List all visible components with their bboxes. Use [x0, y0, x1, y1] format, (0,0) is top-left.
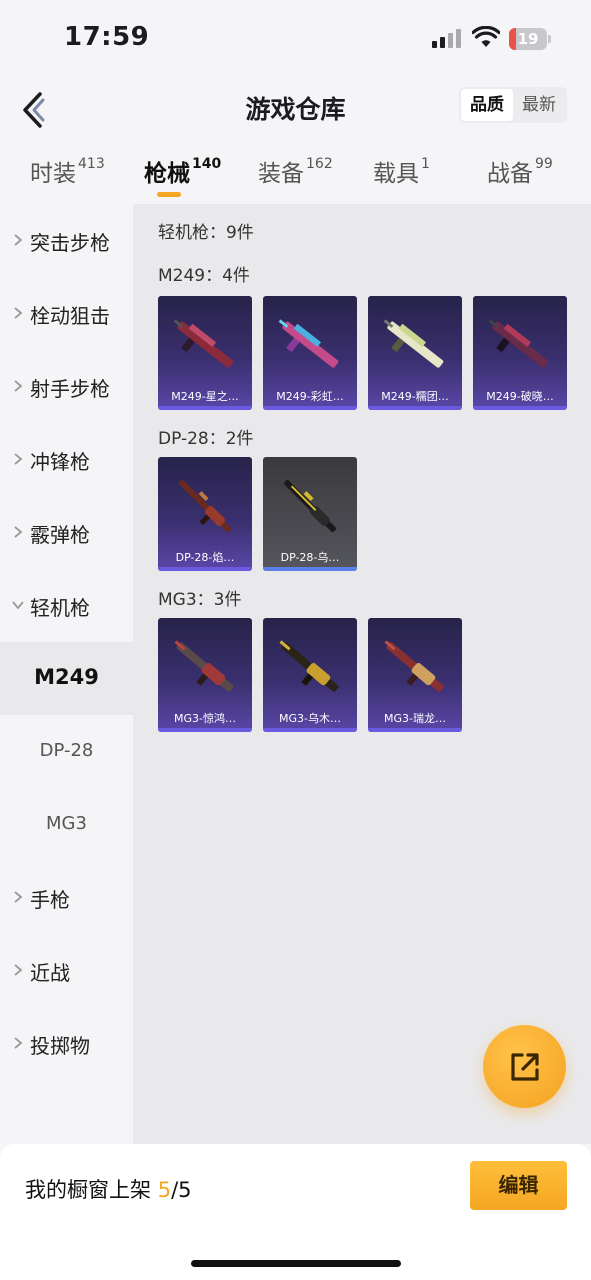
showcase-total: /5 — [171, 1178, 192, 1202]
sidebar-item-assault-rifle[interactable]: 突击步枪 — [0, 204, 133, 277]
tab-count: 99 — [535, 156, 553, 172]
group-title-mg3: MG3：3件 — [158, 590, 242, 610]
weapon-card[interactable]: DP-28-乌… — [263, 457, 357, 571]
tab-count: 162 — [306, 156, 333, 172]
chevron-right-icon — [14, 526, 23, 538]
chevron-right-icon — [14, 891, 23, 903]
tab-gear[interactable]: 战备 99 — [487, 154, 553, 188]
m249-skin-image — [488, 319, 549, 368]
cellular-signal-icon — [432, 28, 464, 48]
weapon-card[interactable]: MG3-乌木… — [263, 618, 357, 732]
sidebar-item-pistol[interactable]: 手枪 — [0, 861, 133, 934]
m249-skin-image — [278, 319, 339, 368]
battery-level: 19 — [517, 30, 539, 48]
showcase-status: 我的橱窗上架 5/5 — [25, 1178, 192, 1202]
home-indicator[interactable] — [191, 1260, 401, 1267]
bottom-bar: 我的橱窗上架 5/5 编辑 — [0, 1144, 591, 1280]
tab-fashion[interactable]: 时装 413 — [30, 154, 105, 188]
weapon-card[interactable]: MG3-惊鸿… — [158, 618, 252, 732]
m249-skin-image — [173, 319, 234, 368]
sidebar-subitem-dp28[interactable]: DP-28 — [0, 715, 133, 788]
chevron-right-icon — [14, 234, 23, 246]
tab-count: 413 — [78, 156, 105, 172]
mg3-skin-image — [384, 640, 444, 692]
sidebar-item-melee[interactable]: 近战 — [0, 934, 133, 1007]
status-bar: 17:59 19 — [0, 0, 591, 78]
dp28-skin-image — [178, 479, 232, 533]
battery-icon: 19 — [509, 28, 551, 50]
status-time: 17:59 — [64, 22, 150, 52]
nav-header: 游戏仓库 品质 最新 — [0, 78, 591, 140]
sidebar-subitem-mg3[interactable]: MG3 — [0, 788, 133, 861]
sort-by-quality[interactable]: 品质 — [461, 89, 513, 121]
chevron-right-icon — [14, 307, 23, 319]
weapon-card[interactable]: M249-彩虹… — [263, 296, 357, 410]
m249-skin-image — [383, 319, 444, 368]
sidebar-item-smg[interactable]: 冲锋枪 — [0, 423, 133, 496]
wifi-icon — [472, 26, 500, 47]
weapon-card[interactable]: DP-28-焰… — [158, 457, 252, 571]
tab-vehicles[interactable]: 载具 1 — [373, 154, 430, 188]
weapon-card[interactable]: M249-破晓… — [473, 296, 567, 410]
group-title-m249: M249：4件 — [158, 266, 250, 286]
sort-toggle: 品质 最新 — [459, 87, 567, 123]
lmg-summary: 轻机枪：9件 — [158, 223, 254, 243]
dp28-skin-image — [283, 479, 337, 533]
weapon-grid-panel: 轻机枪：9件 M249：4件 M249-星之… M249-彩虹… M249-糯团… — [133, 204, 591, 1144]
edit-button[interactable]: 编辑 — [470, 1161, 567, 1210]
mg3-skin-image — [174, 640, 234, 692]
category-tabs: 时装 413 枪械 140 装备 162 载具 1 战备 99 — [0, 140, 591, 204]
sidebar-subitem-m249[interactable]: M249 — [0, 642, 133, 715]
sidebar-item-marksman-rifle[interactable]: 射手步枪 — [0, 350, 133, 423]
weapon-card[interactable]: M249-糯团… — [368, 296, 462, 410]
chevron-right-icon — [14, 453, 23, 465]
active-tab-indicator — [157, 192, 181, 197]
group-title-dp28: DP-28：2件 — [158, 429, 254, 449]
weapon-card[interactable]: M249-星之… — [158, 296, 252, 410]
tab-guns[interactable]: 枪械 140 — [144, 154, 221, 188]
sidebar-item-lmg[interactable]: 轻机枪 — [0, 569, 133, 642]
share-fab-button[interactable] — [483, 1025, 566, 1108]
tab-count: 140 — [192, 156, 222, 172]
mg3-skin-image — [279, 640, 339, 692]
chevron-right-icon — [14, 380, 23, 392]
sidebar-item-throwables[interactable]: 投掷物 — [0, 1007, 133, 1080]
share-external-icon — [511, 1053, 539, 1081]
sidebar-item-bolt-sniper[interactable]: 栓动狙击 — [0, 277, 133, 350]
chevron-right-icon — [14, 964, 23, 976]
back-chevron-icon[interactable] — [18, 86, 52, 132]
chevron-right-icon — [14, 1037, 23, 1049]
showcase-current-count: 5 — [157, 1178, 172, 1202]
tab-equipment[interactable]: 装备 162 — [258, 154, 333, 188]
sort-by-newest[interactable]: 最新 — [513, 89, 565, 121]
weapon-category-sidebar: 突击步枪 栓动狙击 射手步枪 冲锋枪 霰弹枪 轻机枪 M249 DP-28 MG… — [0, 204, 133, 1144]
sidebar-item-shotgun[interactable]: 霰弹枪 — [0, 496, 133, 569]
chevron-down-icon — [12, 601, 24, 610]
weapon-card[interactable]: MG3-瑞龙… — [368, 618, 462, 732]
tab-count: 1 — [421, 156, 430, 172]
